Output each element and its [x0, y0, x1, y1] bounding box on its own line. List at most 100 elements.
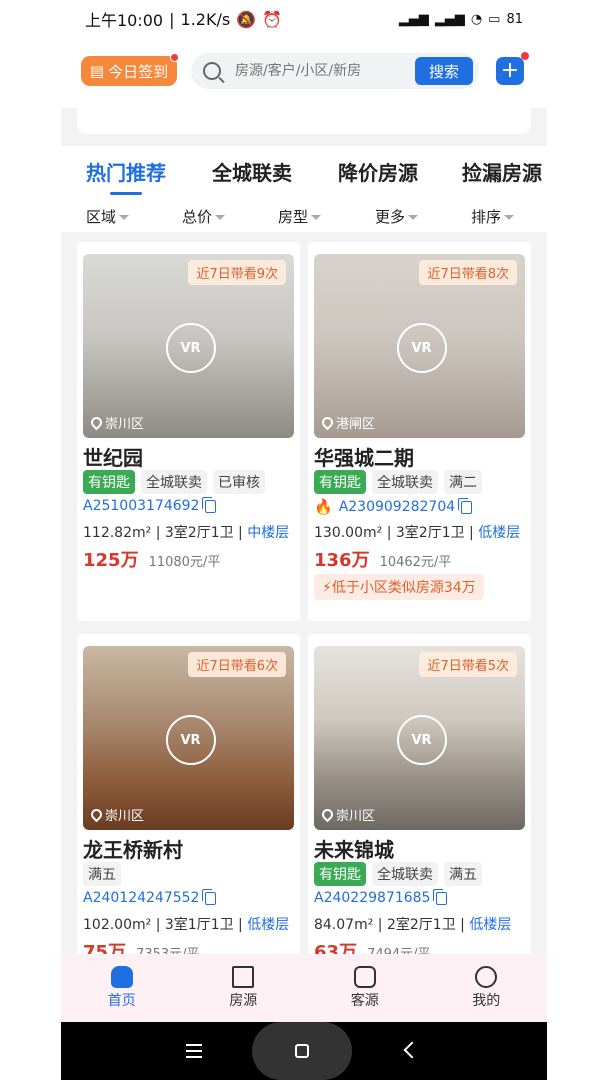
filter-district[interactable]: 区域	[86, 206, 130, 227]
copy-icon[interactable]	[202, 496, 217, 513]
listing-price: 136万 10462元/平	[314, 550, 452, 571]
tab-hot[interactable]: 热门推荐	[86, 157, 166, 186]
nav-clients[interactable]: 客源	[304, 954, 426, 1022]
tab-citywide[interactable]: 全城联卖	[212, 157, 292, 186]
vr-icon[interactable]: VR	[165, 715, 216, 765]
status-bar: 上午10:00 | 1.2K/s 🔕 ⏰ ▂▄▆ ▂▄▆ ◔ ▭ 81	[61, 0, 547, 38]
location-label: 崇川区	[319, 805, 375, 824]
vr-icon[interactable]: VR	[396, 323, 447, 373]
location-pin-icon	[319, 414, 336, 431]
listing-card[interactable]: 近7日带看6次 VR 崇川区 龙王桥新村 满五 A240124247552 10…	[77, 634, 300, 954]
nav-listings[interactable]: 房源	[183, 954, 305, 1022]
plus-icon: +	[500, 58, 520, 83]
fire-icon: 🔥	[314, 498, 333, 516]
tag: 全城联卖	[141, 470, 207, 494]
views-badge: 近7日带看6次	[188, 652, 286, 677]
listing-spec: 130.00m² | 3室2厅1卫 | 低楼层	[314, 525, 521, 541]
listing-tags: 有钥匙 全城联卖 满二	[314, 470, 482, 494]
listing-code[interactable]: A240124247552	[83, 888, 217, 906]
search-input[interactable]	[233, 62, 402, 80]
deal-badge: ⚡低于小区类似房源34万	[314, 574, 484, 600]
tab-price-drop[interactable]: 降价房源	[338, 157, 418, 186]
copy-icon[interactable]	[202, 888, 217, 905]
listing-card[interactable]: 近7日带看9次 VR 崇川区 世纪园 有钥匙 全城联卖 已审核 A2510031…	[77, 242, 300, 621]
category-tabs: 热门推荐 全城联卖 降价房源 捡漏房源	[61, 152, 547, 202]
listing-title: 华强城二期	[314, 446, 414, 470]
banner-card	[77, 108, 531, 134]
back-icon[interactable]	[403, 1041, 421, 1059]
listing-photo[interactable]: 近7日带看6次 VR 崇川区	[83, 646, 294, 830]
left-margin	[0, 0, 61, 1080]
battery-level: 81	[506, 11, 523, 27]
location-pin-icon	[319, 806, 336, 823]
search-button[interactable]: 搜索	[415, 57, 473, 85]
notification-dot	[170, 53, 179, 62]
nav-me[interactable]: 我的	[426, 954, 548, 1022]
listing-tags: 满五	[83, 862, 121, 886]
filter-more[interactable]: 更多	[375, 206, 419, 227]
signin-label: 今日签到	[108, 62, 169, 81]
listing-title: 世纪园	[83, 446, 143, 470]
dropdown-icon	[215, 215, 226, 220]
listing-photo[interactable]: 近7日带看5次 VR 崇川区	[314, 646, 525, 830]
system-nav-bar	[61, 1022, 547, 1080]
location-label: 崇川区	[88, 805, 144, 824]
lightning-icon: ⚡	[322, 580, 332, 596]
filter-price[interactable]: 总价	[182, 206, 226, 227]
menu-icon[interactable]	[186, 1044, 202, 1046]
calendar-icon: ▤	[89, 62, 105, 80]
copy-icon[interactable]	[433, 888, 448, 905]
listing-code[interactable]: A240229871685	[314, 888, 448, 906]
smile-icon	[475, 966, 498, 988]
listing-title: 未来锦城	[314, 838, 394, 862]
listing-photo[interactable]: 近7日带看8次 VR 港闸区	[314, 254, 525, 438]
contact-icon	[353, 966, 376, 988]
dropdown-icon	[504, 215, 515, 220]
copy-icon[interactable]	[458, 497, 473, 514]
listing-spec: 102.00m² | 3室1厅1卫 | 低楼层	[83, 917, 290, 933]
signal-icon: ▂▄▆	[398, 11, 429, 27]
tag-key: 有钥匙	[314, 470, 366, 494]
listing-code[interactable]: A251003174692	[83, 496, 217, 514]
alarm-icon: ⏰	[262, 9, 283, 29]
listing-tags: 有钥匙 全城联卖 已审核	[83, 470, 265, 494]
top-header: ▤ 今日签到 搜索 +	[61, 42, 547, 102]
vr-icon[interactable]: VR	[396, 715, 447, 765]
listing-card[interactable]: 近7日带看8次 VR 港闸区 华强城二期 有钥匙 全城联卖 满二 🔥 A23090…	[308, 242, 531, 621]
active-tab-indicator	[110, 192, 142, 195]
dropdown-icon	[311, 215, 322, 220]
tag: 满五	[83, 862, 121, 886]
mute-icon: 🔕	[236, 9, 257, 29]
status-time: 上午10:00	[85, 11, 164, 30]
tab-bargain[interactable]: 捡漏房源	[462, 157, 542, 186]
views-badge: 近7日带看8次	[419, 260, 517, 285]
listing-photo[interactable]: 近7日带看9次 VR 崇川区	[83, 254, 294, 438]
tag-key: 有钥匙	[83, 470, 135, 494]
views-badge: 近7日带看5次	[419, 652, 517, 677]
tag: 已审核	[213, 470, 265, 494]
search-icon	[203, 62, 221, 80]
tag: 全城联卖	[372, 470, 438, 494]
filter-sort[interactable]: 排序	[471, 206, 515, 227]
listing-card[interactable]: 近7日带看5次 VR 崇川区 未来锦城 有钥匙 全城联卖 满五 A2402298…	[308, 634, 531, 954]
battery-icon: ▭	[488, 11, 501, 27]
banner-area	[61, 108, 547, 146]
vr-icon[interactable]: VR	[165, 323, 216, 373]
search-bar[interactable]: 搜索	[191, 53, 479, 89]
listing-tags: 有钥匙 全城联卖 满五	[314, 862, 482, 886]
listing-price: 63万7494元/平	[314, 942, 431, 954]
signal-icon-2: ▂▄▆	[434, 11, 465, 27]
nav-home[interactable]: 首页	[61, 954, 183, 1022]
add-button[interactable]: +	[496, 52, 529, 85]
home-icon	[110, 966, 133, 988]
listing-code[interactable]: 🔥 A230909282704	[314, 497, 473, 516]
tag-key: 有钥匙	[314, 862, 366, 886]
tag: 全城联卖	[372, 862, 438, 886]
status-speed: 1.2K/s	[180, 9, 231, 29]
home-button[interactable]	[252, 1022, 352, 1080]
filter-layout[interactable]: 房型	[278, 206, 322, 227]
signin-button[interactable]: ▤ 今日签到	[81, 53, 179, 86]
location-label: 崇川区	[88, 413, 144, 432]
location-label: 港闸区	[319, 413, 375, 432]
listing-price: 75万7353元/平	[83, 942, 200, 954]
